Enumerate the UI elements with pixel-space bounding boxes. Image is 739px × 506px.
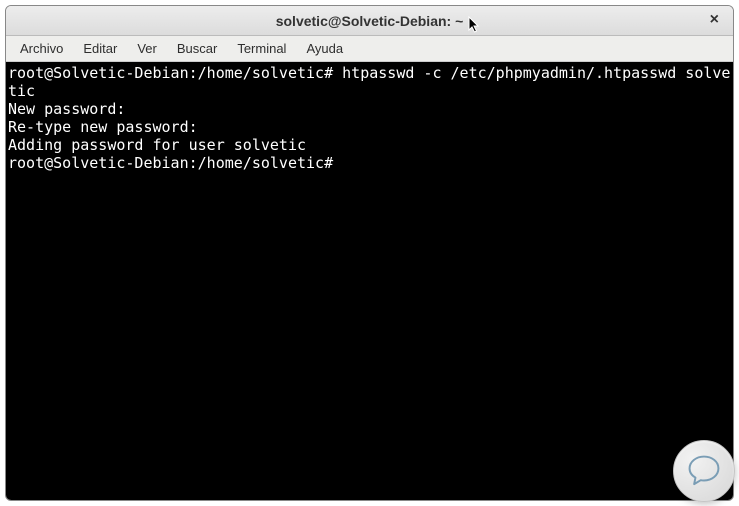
window-title: solvetic@Solvetic-Debian: ~: [276, 13, 464, 29]
menu-ayuda[interactable]: Ayuda: [296, 38, 353, 59]
chat-widget-button[interactable]: [673, 440, 735, 502]
menu-buscar[interactable]: Buscar: [167, 38, 227, 59]
terminal-line: Adding password for user solvetic: [8, 136, 306, 154]
menu-ver[interactable]: Ver: [127, 38, 167, 59]
menu-archivo[interactable]: Archivo: [10, 38, 73, 59]
terminal-line: New password:: [8, 100, 125, 118]
terminal-line: Re-type new password:: [8, 118, 198, 136]
terminal-line: root@Solvetic-Debian:/home/solvetic# htp…: [8, 64, 730, 100]
terminal-window: solvetic@Solvetic-Debian: ~ × Archivo Ed…: [5, 5, 734, 501]
terminal-output[interactable]: root@Solvetic-Debian:/home/solvetic# htp…: [6, 62, 733, 500]
close-button[interactable]: ×: [706, 12, 723, 28]
titlebar[interactable]: solvetic@Solvetic-Debian: ~ ×: [6, 6, 733, 36]
menu-terminal[interactable]: Terminal: [227, 38, 296, 59]
chat-icon: [683, 450, 725, 492]
menubar: Archivo Editar Ver Buscar Terminal Ayuda: [6, 36, 733, 62]
menu-editar[interactable]: Editar: [73, 38, 127, 59]
terminal-line: root@Solvetic-Debian:/home/solvetic#: [8, 154, 342, 172]
